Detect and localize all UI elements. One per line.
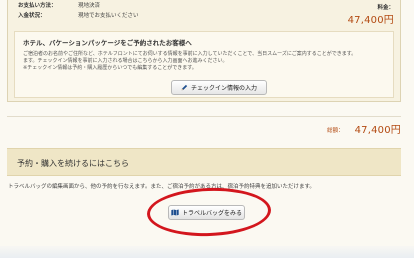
hotel-notice-line: ます。チェックイン情報を事前に入力される場合はこちらから入力画面へお進みください… (23, 58, 228, 64)
continue-section-header: 予約・購入を続けるにはこちら (7, 148, 401, 176)
booking-summary-card: お支払い方法： 現地決済 入金状況： 現地でお支払いください 料金： 47,40… (7, 0, 401, 102)
continue-section-description: トラベルバッグの編集画面から、他の予約を行なえます。また、ご宿泊予約がある方は、… (8, 184, 315, 190)
hotel-notice-title: ホテル、バケーションパッケージをご予約されたお客様へ (23, 39, 192, 47)
deposit-status-label: 入金状況： (18, 13, 46, 19)
fee-value: 47,400円 (347, 15, 394, 26)
continue-section-title: 予約・購入を続けるにはこちら (17, 159, 129, 168)
map-icon (171, 209, 179, 216)
divider (7, 116, 401, 117)
deposit-status-value: 現地でお支払いください (78, 13, 139, 19)
checkin-info-button-label: チェックイン情報の入力 (190, 85, 257, 92)
hotel-notice-line: ご宿泊者のお名前やご住所など、ホテルフロントにてお伺いする情報を事前に入力してい… (23, 51, 357, 57)
checkin-info-button[interactable]: チェックイン情報の入力 (171, 80, 267, 95)
footer-strip (0, 246, 414, 258)
total-label: 総額： (327, 128, 344, 134)
fee-label: 料金： (377, 5, 394, 11)
pencil-icon (181, 84, 188, 91)
hotel-notice-box: ホテル、バケーションパッケージをご予約されたお客様へ ご宿泊者のお名前やご住所な… (14, 31, 394, 98)
page: お支払い方法： 現地決済 入金状況： 現地でお支払いください 料金： 47,40… (0, 0, 414, 258)
hotel-notice-line: ※チェックイン情報は予約・購入履歴からいつでも編集することができます。 (23, 65, 197, 71)
view-travel-bag-button-label: トラベルバッグをみる (181, 210, 242, 217)
view-travel-bag-button[interactable]: トラベルバッグをみる (168, 205, 245, 220)
total-value: 47,400円 (354, 125, 401, 136)
payment-method-value: 現地決済 (78, 3, 101, 9)
payment-method-label: お支払い方法： (18, 3, 57, 9)
